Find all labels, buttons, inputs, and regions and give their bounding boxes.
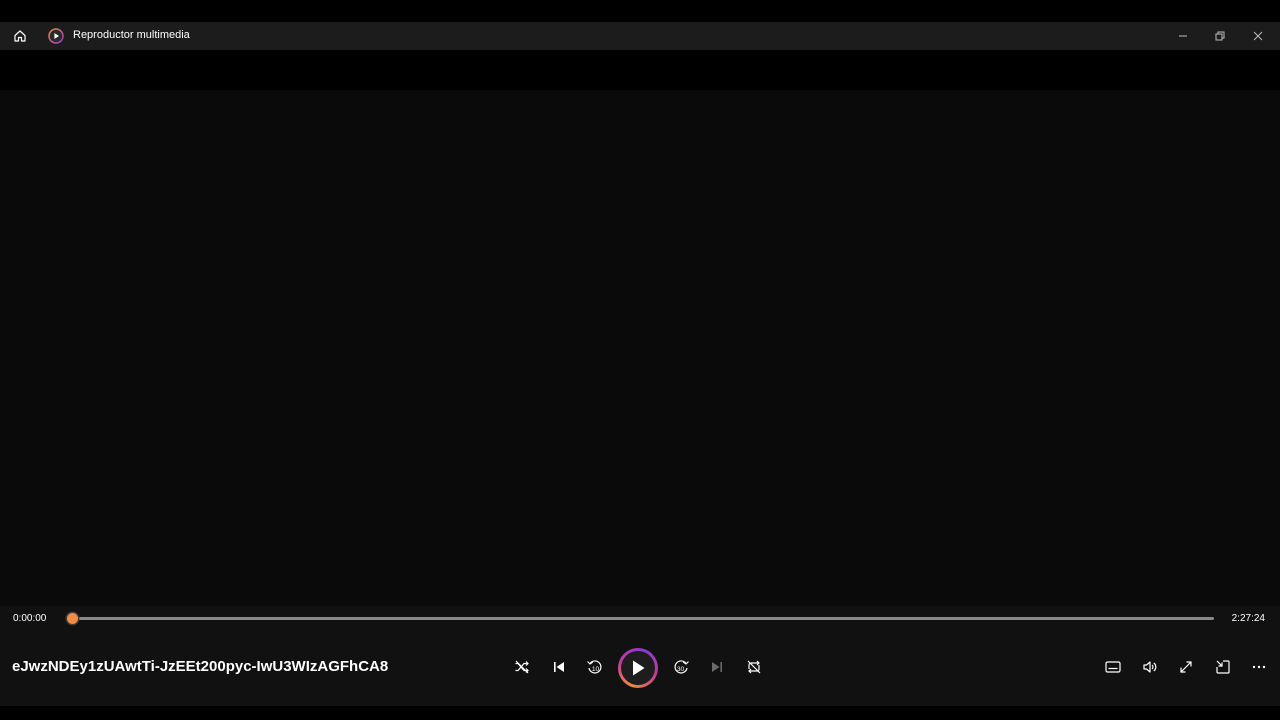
more-options-icon [1252, 665, 1266, 669]
svg-text:30: 30 [677, 666, 685, 673]
minimize-icon [1178, 31, 1188, 41]
restore-button[interactable] [1209, 26, 1231, 46]
miniplayer-icon [1215, 659, 1231, 675]
seek-thumb[interactable] [67, 613, 78, 624]
restore-icon [1215, 31, 1225, 41]
seek-bar[interactable] [67, 613, 1214, 624]
rewind-10-icon: 10 [586, 658, 604, 676]
repeat-button[interactable] [741, 654, 767, 680]
video-area[interactable] [0, 90, 1280, 606]
fullscreen-button[interactable] [1173, 654, 1199, 680]
play-icon [630, 659, 646, 677]
media-player-icon [48, 28, 64, 44]
total-time: 2:27:24 [1231, 613, 1265, 624]
previous-icon [552, 660, 566, 674]
shuffle-button[interactable] [509, 654, 535, 680]
close-icon [1253, 31, 1263, 41]
current-time: 0:00:00 [13, 613, 47, 624]
forward-30-icon: 30 [672, 658, 690, 676]
volume-icon [1142, 659, 1158, 675]
title-bar: Reproductor multimedia [0, 22, 1280, 50]
window-title: Reproductor multimedia [73, 29, 190, 41]
next-icon [710, 660, 724, 674]
play-button-inner [621, 651, 655, 685]
repeat-off-icon [746, 659, 762, 675]
play-button[interactable] [618, 648, 658, 688]
miniplayer-button[interactable] [1210, 654, 1236, 680]
captions-icon [1105, 660, 1121, 674]
shuffle-icon [514, 659, 530, 675]
close-button[interactable] [1247, 26, 1269, 46]
rewind-10-button[interactable]: 10 [582, 654, 608, 680]
minimize-button[interactable] [1172, 26, 1194, 46]
control-panel: 0:00:00 2:27:24 eJwzNDEy1zUAwtTi-JzEEt20… [0, 606, 1280, 706]
home-button[interactable] [10, 27, 30, 45]
fullscreen-icon [1179, 660, 1193, 674]
volume-button[interactable] [1137, 654, 1163, 680]
captions-button[interactable] [1100, 654, 1126, 680]
svg-text:10: 10 [592, 666, 600, 673]
forward-30-button[interactable]: 30 [668, 654, 694, 680]
next-button[interactable] [704, 654, 730, 680]
more-options-button[interactable] [1246, 654, 1272, 680]
home-icon [13, 29, 27, 43]
track-title: eJwzNDEy1zUAwtTi-JzEEt200pyc-IwU3WIzAGFh… [12, 658, 389, 675]
media-player-window: Reproductor multimedia 0:00:00 2:27:24 e… [0, 0, 1280, 720]
previous-button[interactable] [546, 654, 572, 680]
